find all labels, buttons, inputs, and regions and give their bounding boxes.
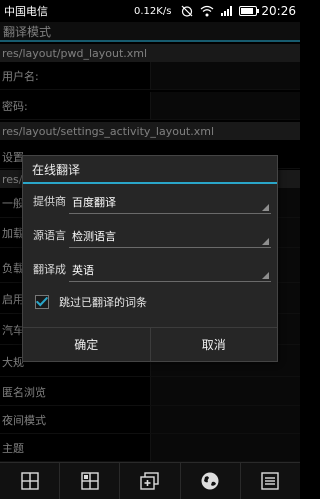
skip-translated-checkbox[interactable] [35,295,49,309]
dropdown-triangle-icon [262,204,269,211]
network-speed: 0.12K/s [134,5,172,17]
grid-button[interactable] [0,463,61,499]
online-translate-dialog: 在线翻译 提供商 百度翻译 源语言 检测语言 翻译成 英语 跳过已翻译的词条 确… [22,155,278,362]
skip-translated-label: 跳过已翻译的词条 [59,296,147,309]
target-language-label: 翻译成 [33,263,66,276]
source-language-label: 源语言 [33,229,66,242]
carrier-label: 中国电信 [4,5,48,18]
dropdown-triangle-icon [262,272,269,279]
skip-translated-option[interactable]: 跳过已翻译的词条 [23,286,277,318]
grid-alt-button[interactable] [60,463,121,499]
alarm-off-icon [181,5,193,17]
list-button[interactable] [241,463,300,499]
target-language-spinner[interactable]: 英语 [69,258,271,282]
grid-alt-icon [81,472,99,490]
provider-label: 提供商 [33,195,66,208]
ok-button[interactable]: 确定 [23,328,151,361]
add-window-button[interactable] [120,463,181,499]
source-language-value: 检测语言 [72,229,116,243]
globe-icon [201,472,219,490]
cancel-button[interactable]: 取消 [151,328,278,361]
dropdown-triangle-icon [262,238,269,245]
status-bar: 中国电信 0.12K/s 20:26 [0,0,300,22]
provider-spinner[interactable]: 百度翻译 [69,190,271,214]
provider-value: 百度翻译 [72,195,116,209]
signal-icon [221,6,233,16]
grid-icon [20,472,39,490]
add-window-icon [140,472,159,490]
bottom-toolbar [0,462,300,499]
globe-button[interactable] [181,463,241,499]
dialog-button-bar: 确定 取消 [23,327,277,361]
provider-row: 提供商 百度翻译 [23,184,277,218]
target-language-row: 翻译成 英语 [23,252,277,286]
list-icon [261,472,280,490]
wifi-icon [201,5,214,17]
source-language-spinner[interactable]: 检测语言 [69,224,271,248]
dialog-title-text: 在线翻译 [32,162,81,177]
dialog-title: 在线翻译 [23,156,277,184]
clock: 20:26 [261,4,296,18]
battery-icon [239,6,260,16]
source-language-row: 源语言 检测语言 [23,218,277,252]
target-language-value: 英语 [72,263,94,277]
checkmark-icon [36,297,48,307]
